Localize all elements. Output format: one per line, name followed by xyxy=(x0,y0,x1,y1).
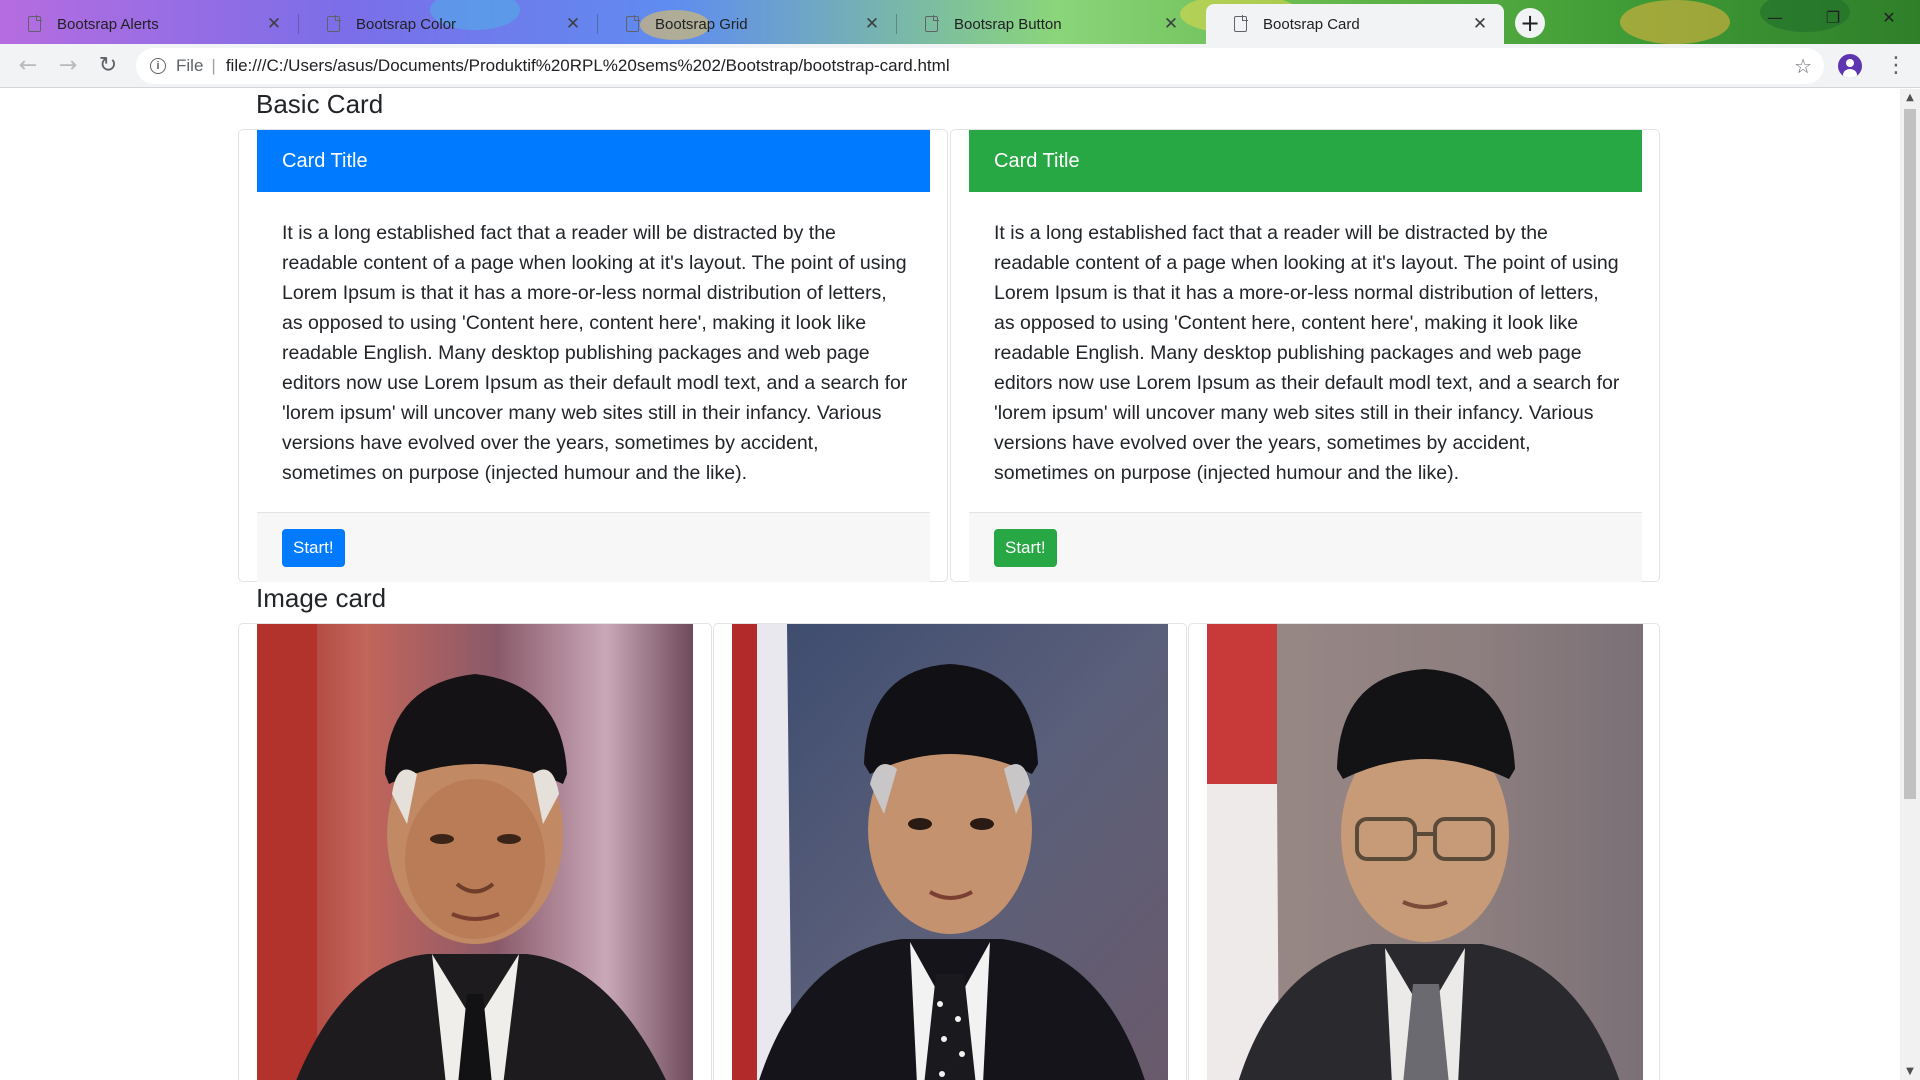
close-window-icon[interactable]: ✕ xyxy=(1866,8,1912,32)
url-text[interactable]: file:///C:/Users/asus/Documents/Produkti… xyxy=(226,56,950,76)
address-bar[interactable]: i File | file:///C:/Users/asus/Documents… xyxy=(136,48,1824,84)
start-button[interactable]: Start! xyxy=(994,529,1057,567)
card-text: It is a long established fact that a rea… xyxy=(994,222,1620,484)
card-footer: Start! xyxy=(969,512,1642,582)
image-card xyxy=(238,623,712,1080)
card-header: Card Title xyxy=(257,130,930,192)
scroll-thumb[interactable] xyxy=(1904,109,1916,799)
menu-icon[interactable]: ⋮ xyxy=(1884,54,1908,78)
back-icon[interactable]: ← xyxy=(8,46,48,86)
new-tab-button[interactable]: + xyxy=(1515,8,1545,38)
card-header: Card Title xyxy=(969,130,1642,192)
tab-label: Bootsrap Alerts xyxy=(57,15,159,33)
info-icon[interactable]: i xyxy=(150,58,166,74)
url-scheme: File xyxy=(176,56,204,75)
portrait-3-image xyxy=(1207,624,1643,1080)
tab-close-icon[interactable]: ✕ xyxy=(563,14,583,34)
tab-bootsrap-card[interactable]: Bootsrap Card ✕ xyxy=(1206,4,1504,44)
basic-card: Card Title It is a long established fact… xyxy=(238,129,948,582)
minimize-icon[interactable]: — xyxy=(1752,8,1798,32)
basic-card: Card Title It is a long established fact… xyxy=(950,129,1660,582)
tab-bootsrap-grid[interactable]: Bootsrap Grid ✕ xyxy=(598,4,896,44)
theme-blob xyxy=(1620,0,1730,44)
maximize-icon[interactable]: ❐ xyxy=(1810,8,1856,32)
tab-label: Bootsrap Button xyxy=(954,15,1062,33)
tab-close-icon[interactable]: ✕ xyxy=(1470,14,1490,34)
image-card xyxy=(1188,623,1660,1080)
card-text: It is a long established fact that a rea… xyxy=(282,222,908,484)
image-card-heading: Image card xyxy=(256,583,387,613)
page-icon xyxy=(1234,15,1248,32)
forward-icon[interactable]: → xyxy=(48,46,88,86)
portrait-image xyxy=(257,624,693,1080)
vertical-scrollbar[interactable]: ▲ ▼ xyxy=(1900,89,1920,1080)
scroll-down-icon[interactable]: ▼ xyxy=(1900,1063,1920,1080)
tab-bootsrap-color[interactable]: Bootsrap Color ✕ xyxy=(299,4,597,44)
tab-bootsrap-button[interactable]: Bootsrap Button ✕ xyxy=(897,4,1195,44)
page-icon xyxy=(925,15,939,32)
card-title: Card Title xyxy=(282,149,368,172)
page-icon xyxy=(327,15,341,32)
tab-bootsrap-alerts[interactable]: Bootsrap Alerts ✕ xyxy=(0,4,298,44)
portrait-image xyxy=(1207,624,1643,1080)
portrait-1-image xyxy=(257,624,693,1080)
page-viewport: Basic Card Card Title It is a long estab… xyxy=(0,89,1900,1080)
tab-close-icon[interactable]: ✕ xyxy=(862,14,882,34)
profile-icon[interactable] xyxy=(1838,54,1862,78)
tab-close-icon[interactable]: ✕ xyxy=(264,14,284,34)
portrait-image xyxy=(732,624,1168,1080)
star-icon[interactable]: ☆ xyxy=(1794,54,1812,79)
image-card xyxy=(713,623,1187,1080)
browser-toolbar: ← → ↻ i File | file:///C:/Users/asus/Doc… xyxy=(0,44,1920,88)
tab-label: Bootsrap Color xyxy=(356,15,457,33)
tab-label: Bootsrap Card xyxy=(1263,15,1360,33)
card-footer: Start! xyxy=(257,512,930,582)
tab-close-icon[interactable]: ✕ xyxy=(1161,14,1181,34)
url-divider: | xyxy=(211,56,216,75)
scroll-up-icon[interactable]: ▲ xyxy=(1900,89,1920,106)
page-icon xyxy=(626,15,640,32)
card-title: Card Title xyxy=(994,149,1080,172)
tab-strip: Bootsrap Alerts ✕ Bootsrap Color ✕ Boots… xyxy=(0,0,1920,44)
start-button[interactable]: Start! xyxy=(282,529,345,567)
page-icon xyxy=(28,15,42,32)
portrait-2-image xyxy=(732,624,1168,1080)
reload-icon[interactable]: ↻ xyxy=(88,46,128,86)
basic-card-heading: Basic Card xyxy=(256,89,384,119)
tab-label: Bootsrap Grid xyxy=(655,15,748,33)
